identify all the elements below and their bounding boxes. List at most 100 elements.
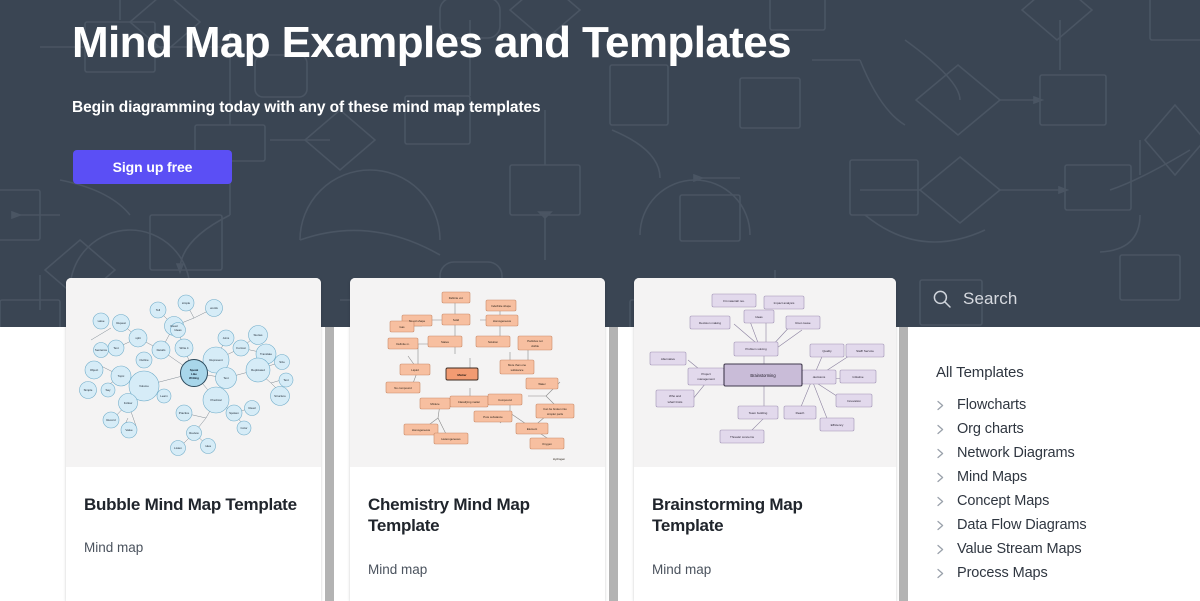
- svg-text:Practical: Practical: [210, 398, 221, 402]
- svg-text:Writing: Writing: [189, 376, 199, 380]
- svg-text:Solid: Solid: [453, 318, 460, 322]
- svg-text:Topic: Topic: [118, 374, 125, 378]
- svg-text:No vol.shape: No vol.shape: [409, 319, 426, 323]
- svg-text:Learn: Learn: [160, 394, 168, 398]
- card-title: Chemistry Mind Map Template: [368, 495, 530, 536]
- sidebar-item-concept-maps[interactable]: Concept Maps: [936, 489, 1186, 513]
- svg-text:Water: Water: [538, 382, 545, 386]
- sidebar-item-network-diagrams[interactable]: Network Diagrams: [936, 441, 1186, 465]
- svg-text:Spoken: Spoken: [229, 411, 239, 415]
- rail-scrollbar[interactable]: [609, 327, 618, 601]
- card-thumbnail-bubble: Repeat value split Tell simple Read words De…: [66, 278, 321, 467]
- svg-text:Brainstorming: Brainstorming: [750, 373, 776, 378]
- card-category-label: Mind map: [368, 561, 428, 577]
- sidebar-item-org-charts[interactable]: Org charts: [936, 417, 1186, 441]
- svg-text:Team building: Team building: [749, 411, 768, 415]
- svg-text:Aims: Aims: [223, 336, 230, 340]
- svg-text:Problem solving: Problem solving: [745, 347, 767, 351]
- svg-text:Can be broken into: Can be broken into: [543, 407, 567, 411]
- svg-text:Reach: Reach: [796, 411, 805, 415]
- svg-text:Size: Size: [279, 360, 285, 364]
- svg-text:value: value: [98, 319, 105, 323]
- svg-text:Liquid: Liquid: [411, 368, 419, 372]
- svg-text:Homogeneous: Homogeneous: [412, 428, 431, 432]
- svg-text:Root cause: Root cause: [795, 321, 811, 325]
- svg-text:Practice: Practice: [179, 411, 190, 415]
- svg-text:Ideas: Ideas: [174, 328, 182, 332]
- svg-text:Object: Object: [90, 368, 99, 372]
- svg-text:substance: substance: [511, 368, 524, 372]
- svg-text:management: management: [697, 377, 715, 381]
- svg-text:Gas: Gas: [399, 325, 405, 329]
- svg-text:Staff/ Service: Staff/ Service: [856, 349, 874, 353]
- svg-text:Initiative: Initiative: [852, 375, 863, 379]
- sidebar-item-label: Data Flow Diagrams: [957, 517, 1087, 533]
- search-icon: [932, 289, 952, 309]
- svg-text:Mixture: Mixture: [430, 402, 440, 406]
- svg-text:split: split: [135, 336, 140, 340]
- svg-text:Read: Read: [249, 406, 256, 410]
- sidebar-item-mind-maps[interactable]: Mind Maps: [936, 465, 1186, 489]
- sidebar-item-label: Network Diagrams: [957, 445, 1075, 461]
- chevron-right-icon: [936, 567, 945, 580]
- svg-text:what/ limits: what/ limits: [668, 400, 683, 404]
- rail-scrollbar[interactable]: [899, 327, 908, 601]
- rail-scrollbar[interactable]: [325, 327, 334, 601]
- svg-text:Volume: Volume: [139, 384, 149, 388]
- svg-text:Stories: Stories: [254, 333, 264, 337]
- svg-text:Review: Review: [189, 431, 199, 435]
- search-label: Search: [963, 289, 1018, 308]
- category-nav-list: Flowcharts Org charts Network Diagrams M…: [936, 393, 1186, 585]
- svg-text:No compound: No compound: [394, 386, 412, 390]
- sidebar-item-process-maps[interactable]: Process Maps: [936, 561, 1186, 585]
- template-card-chemistry-mind-map[interactable]: Definite vol. Solid No vol.shape Gas Ind…: [350, 278, 605, 601]
- chevron-right-icon: [936, 447, 945, 460]
- svg-text:Element: Element: [527, 427, 537, 431]
- svg-text:Homogeneous: Homogeneous: [493, 319, 512, 323]
- svg-text:Replicated: Replicated: [251, 368, 265, 372]
- page-subtitle: Begin diagramming today with any of thes…: [72, 99, 541, 116]
- svg-text:Details: Details: [157, 348, 166, 352]
- svg-text:Simple: Simple: [84, 388, 93, 392]
- template-card-brainstorming-map[interactable]: Fit material/ res. Impact analysis Ideas…: [634, 278, 896, 601]
- search-box[interactable]: Search: [932, 289, 1017, 309]
- svg-text:Listen: Listen: [174, 446, 182, 450]
- rail-divider-notch: [899, 278, 908, 327]
- chevron-right-icon: [936, 399, 945, 412]
- svg-text:Write it: Write it: [180, 346, 189, 350]
- svg-text:Text: Text: [113, 346, 118, 350]
- card-title: Brainstorming Map Template: [652, 495, 803, 536]
- svg-text:rules: rules: [205, 444, 212, 448]
- svg-text:visible: visible: [531, 344, 539, 348]
- sidebar-item-label: Concept Maps: [957, 493, 1050, 509]
- template-card-rail[interactable]: Repeat value split Tell simple Read words De…: [0, 278, 900, 601]
- svg-text:Oxygen: Oxygen: [542, 442, 552, 446]
- svg-text:Classifying matter: Classifying matter: [458, 400, 480, 404]
- sidebar-item-flowcharts[interactable]: Flowcharts: [936, 393, 1186, 417]
- svg-text:More than one: More than one: [508, 363, 526, 367]
- svg-text:Format: Format: [236, 346, 245, 350]
- svg-text:Hydrogen: Hydrogen: [553, 457, 566, 461]
- svg-text:words: words: [210, 306, 218, 310]
- category-sidebar: All Templates Flowcharts Org charts Netw…: [922, 327, 1200, 601]
- card-category-label: Mind map: [84, 540, 144, 556]
- svg-text:Follow: Follow: [124, 401, 133, 405]
- sidebar-item-label: Value Stream Maps: [957, 541, 1082, 557]
- rail-divider-notch: [609, 278, 618, 327]
- svg-text:Repeat: Repeat: [116, 321, 126, 325]
- chevron-right-icon: [936, 495, 945, 508]
- svg-text:States: States: [441, 340, 450, 344]
- sidebar-item-value-stream-maps[interactable]: Value Stream Maps: [936, 537, 1186, 561]
- svg-text:Particles not: Particles not: [527, 339, 543, 343]
- card-thumbnail-chemistry: Definite vol. Solid No vol.shape Gas Ind…: [350, 278, 605, 467]
- svg-text:Efficiency: Efficiency: [831, 423, 844, 427]
- template-card-bubble-mind-map[interactable]: Repeat value split Tell simple Read words De…: [66, 278, 321, 601]
- chevron-right-icon: [936, 423, 945, 436]
- svg-text:Alternative: Alternative: [661, 357, 676, 361]
- sidebar-item-data-flow-diagrams[interactable]: Data Flow Diagrams: [936, 513, 1186, 537]
- svg-text:simpler parts: simpler parts: [547, 412, 564, 416]
- svg-text:Value: Value: [125, 428, 133, 432]
- svg-text:Quality: Quality: [822, 349, 832, 353]
- svg-text:Innovation: Innovation: [847, 399, 861, 403]
- sign-up-free-button[interactable]: Sign up free: [73, 150, 232, 184]
